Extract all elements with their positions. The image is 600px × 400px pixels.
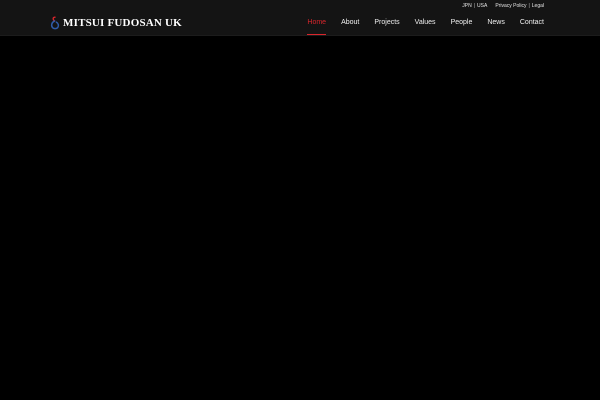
nav-item-home[interactable]: Home (307, 16, 326, 36)
mitsui-fudosan-logo-icon (50, 16, 60, 30)
privacy-policy-link[interactable]: Privacy Policy (495, 3, 526, 9)
nav-item-news[interactable]: News (487, 16, 505, 36)
utility-separator-2: | (528, 3, 530, 9)
legal-link[interactable]: Legal (532, 3, 544, 9)
site-header: MITSUI FUDOSAN UK JPN | USA Privacy Poli… (0, 0, 600, 36)
utility-links: JPN | USA Privacy Policy | Legal (462, 2, 544, 10)
hero-area (0, 36, 600, 400)
language-link-usa[interactable]: USA (477, 3, 487, 9)
main-navigation: Home About Projects Values People News C… (307, 16, 544, 36)
language-link-jpn[interactable]: JPN (462, 3, 471, 9)
logo-link[interactable]: MITSUI FUDOSAN UK (50, 16, 182, 30)
nav-item-about[interactable]: About (341, 16, 359, 36)
utility-separator: | (473, 3, 476, 9)
nav-item-contact[interactable]: Contact (520, 16, 544, 36)
nav-item-projects[interactable]: Projects (374, 16, 399, 36)
nav-item-people[interactable]: People (451, 16, 473, 36)
nav-item-values[interactable]: Values (415, 16, 436, 36)
logo-text: MITSUI FUDOSAN UK (63, 17, 182, 29)
